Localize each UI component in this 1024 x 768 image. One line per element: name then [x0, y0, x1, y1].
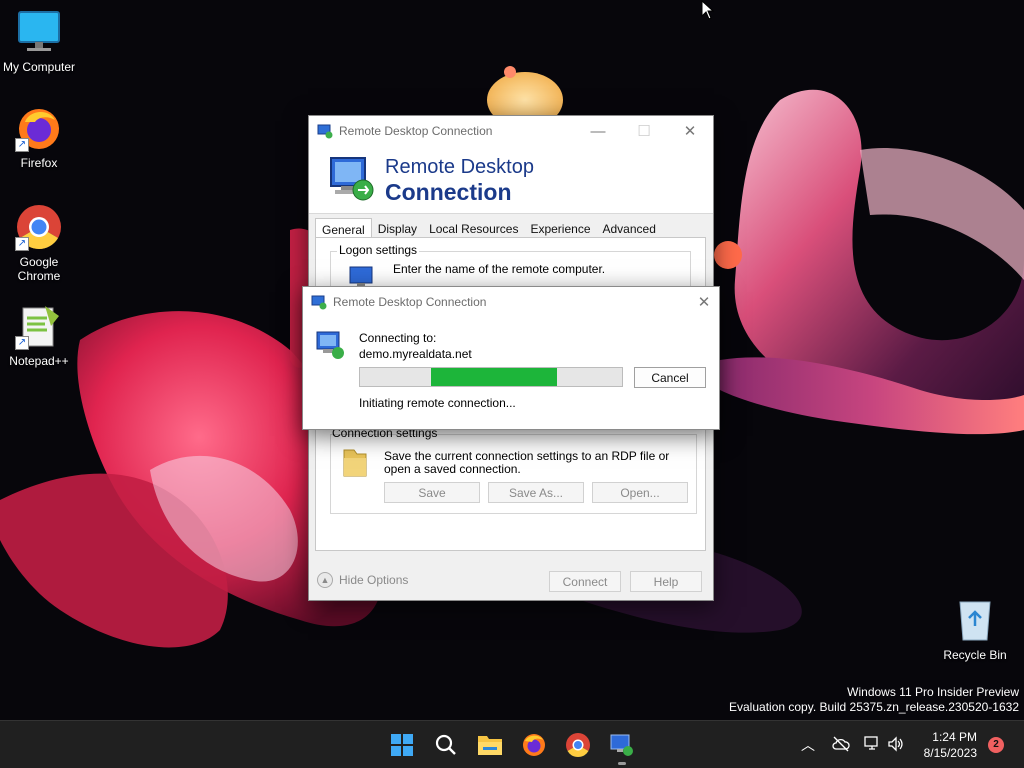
cancel-button[interactable]: Cancel: [634, 367, 706, 388]
start-icon: [391, 734, 413, 756]
chevron-up-icon: ▲: [317, 572, 333, 588]
dialog-title-bar[interactable]: Remote Desktop Connection ✕: [303, 287, 719, 317]
windows-watermark: Windows 11 Pro Insider Preview Evaluatio…: [729, 685, 1019, 715]
taskbar: ︿ 1:24 PM 8/15/2023 2: [0, 720, 1024, 768]
remote-desktop-logo-icon: [316, 331, 344, 359]
taskbar-file-explorer[interactable]: [474, 729, 506, 761]
search-icon: [435, 734, 456, 755]
connection-settings-description: Save the current connection settings to …: [384, 449, 670, 476]
mouse-cursor-icon: [701, 0, 715, 20]
monitor-icon: [15, 8, 63, 56]
notification-badge[interactable]: 2: [988, 737, 1004, 753]
dialog-close-button[interactable]: ✕: [689, 287, 719, 317]
desktop-icon-my-computer[interactable]: My Computer: [0, 8, 78, 74]
progress-fill: [431, 368, 557, 386]
firefox-icon: ↗: [15, 104, 63, 152]
help-button[interactable]: Help: [630, 571, 702, 592]
watermark-line1: Windows 11 Pro Insider Preview: [847, 685, 1019, 699]
shortcut-arrow-icon: ↗: [15, 336, 29, 350]
system-clock[interactable]: 1:24 PM 8/15/2023: [924, 729, 977, 761]
folder-icon: [343, 449, 367, 477]
desktop-icon-google-chrome[interactable]: ↗ Google Chrome: [0, 203, 78, 283]
desktop-icon-label: My Computer: [2, 60, 76, 74]
connection-status: Initiating remote connection...: [359, 396, 516, 410]
desktop-icon-firefox[interactable]: ↗ Firefox: [0, 104, 78, 170]
chrome-icon: ↗: [15, 203, 63, 251]
connecting-to-label: Connecting to:: [359, 331, 437, 345]
window-title: Remote Desktop Connection: [339, 124, 493, 138]
running-indicator: [618, 762, 626, 765]
desktop-icon-recycle-bin[interactable]: Recycle Bin: [936, 596, 1014, 662]
desktop-icon-label: Firefox: [20, 156, 58, 170]
firefox-icon: [523, 734, 545, 756]
rdp-title-bar[interactable]: Remote Desktop Connection — ☐ ✕: [309, 116, 713, 146]
banner-title-line2: Connection: [385, 179, 512, 205]
dialog-title: Remote Desktop Connection: [333, 295, 487, 309]
banner-title-line1: Remote Desktop: [385, 156, 534, 178]
taskbar-chrome[interactable]: [562, 729, 594, 761]
desktop-icon-label: Notepad++: [9, 354, 69, 368]
taskbar-firefox[interactable]: [518, 729, 550, 761]
taskbar-search-button[interactable]: [430, 729, 462, 761]
shortcut-arrow-icon: ↗: [15, 237, 29, 251]
save-as-button[interactable]: Save As...: [488, 482, 584, 503]
clock-time: 1:24 PM: [932, 730, 977, 744]
remote-desktop-icon: [317, 124, 333, 139]
cloud-offline-icon[interactable]: [832, 736, 850, 752]
remote-desktop-icon: [311, 295, 327, 310]
save-button[interactable]: Save: [384, 482, 480, 503]
maximize-button[interactable]: ☐: [621, 116, 667, 146]
remote-host: demo.myrealdata.net: [359, 347, 472, 361]
chrome-icon: [566, 733, 590, 758]
shortcut-arrow-icon: ↗: [15, 138, 29, 152]
clock-date: 8/15/2023: [923, 746, 977, 760]
notepad-plus-plus-icon: ↗: [15, 302, 63, 350]
connection-settings-group: Connection settings Save the current con…: [322, 426, 697, 518]
desktop-icon-label: Recycle Bin: [943, 648, 1007, 662]
connecting-dialog: Remote Desktop Connection ✕ Connecting t…: [302, 286, 720, 430]
connection-progress-bar: [359, 367, 623, 387]
remote-desktop-icon: [610, 734, 633, 756]
minimize-button[interactable]: —: [575, 116, 621, 146]
close-button[interactable]: ✕: [667, 116, 713, 146]
start-button[interactable]: [386, 729, 418, 761]
logon-prompt: Enter the name of the remote computer.: [393, 262, 606, 276]
chevron-up-icon[interactable]: ︿: [801, 735, 815, 755]
connect-button[interactable]: Connect: [549, 571, 621, 592]
taskbar-remote-desktop[interactable]: [606, 729, 638, 765]
network-icon[interactable]: [863, 735, 881, 753]
volume-icon[interactable]: [887, 736, 905, 752]
dialog-body: Connecting to: demo.myrealdata.net Cance…: [303, 317, 719, 429]
rdp-banner: Remote Desktop Connection: [309, 146, 713, 214]
file-explorer-icon: [478, 736, 502, 755]
watermark-line2: Evaluation copy. Build 25375.zn_release.…: [729, 700, 1019, 714]
recycle-bin-icon: [951, 596, 999, 644]
hide-options-label: Hide Options: [339, 573, 409, 587]
desktop-icon-label: Google Chrome: [17, 255, 61, 283]
logon-settings-heading: Logon settings: [337, 243, 420, 257]
desktop-icon-notepad-plus-plus[interactable]: ↗ Notepad++: [0, 302, 78, 368]
hide-options-toggle[interactable]: ▲ Hide Options: [317, 572, 408, 588]
open-button[interactable]: Open...: [592, 482, 688, 503]
remote-desktop-logo-icon: [330, 157, 374, 201]
